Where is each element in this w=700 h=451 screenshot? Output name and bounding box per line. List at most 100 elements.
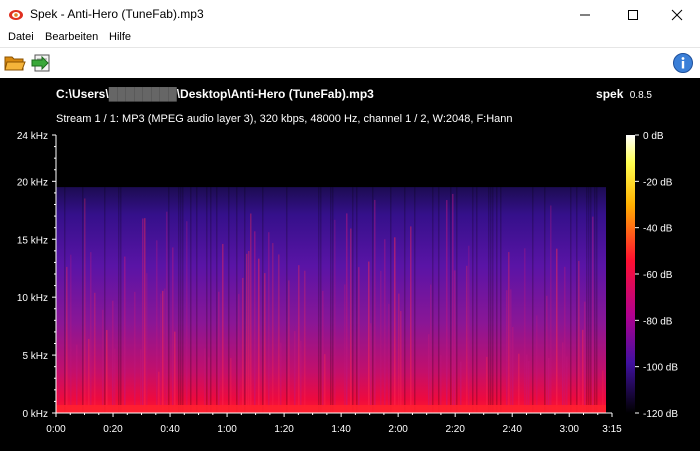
spectrogram-streak [438,187,440,413]
open-file-button[interactable] [3,52,27,74]
spectrogram-streak [204,348,206,413]
menu-hilfe[interactable]: Hilfe [109,30,131,47]
menu-bar: Datei Bearbeiten Hilfe [0,30,700,47]
spectrogram-streak [358,267,360,413]
spectrogram-streak [352,187,354,413]
spectrogram-streak [566,356,568,413]
spectrogram-streak [346,213,348,413]
spectrogram-streak [492,187,494,413]
spectrogram-streak [506,290,508,413]
spectrogram-streak [430,284,432,413]
spectrogram-streak [144,218,146,413]
save-icon [31,54,50,72]
spectrogram-streak [134,291,136,413]
maximize-button[interactable] [610,0,656,30]
spectrogram-streak [524,248,526,413]
x-tick-label: 0:40 [160,424,180,435]
spectrogram-streak [222,243,224,413]
close-button[interactable] [654,0,700,30]
menu-bearbeiten[interactable]: Bearbeiten [45,30,98,47]
spectrogram-streak [330,187,332,413]
spectrogram-streak [160,293,162,413]
spectrogram-panel: C:\Users\████████\Desktop\Anti-Hero (Tun… [0,78,700,451]
stream-info: Stream 1 / 1: MP3 (MPEG audio layer 3), … [56,113,513,125]
spectrogram-streak [468,245,470,413]
spectrogram-streak [536,315,538,413]
y-tick-label: 0 kHz [22,409,48,420]
close-icon [671,9,683,21]
x-tick-label: 2:20 [445,424,465,435]
menu-datei[interactable]: Datei [8,30,34,47]
spectrogram-streak [548,357,550,413]
spectrogram-streak [490,187,492,413]
spectrogram-streak [114,348,116,413]
spectrogram-streak [500,187,502,413]
spectrogram-streak [350,228,352,413]
spectrogram-streak [118,187,120,413]
app-name: spek [596,87,624,101]
spectrogram-streak [374,199,376,413]
spectrogram-streak [384,239,386,413]
spectrogram-streak [172,247,174,413]
spectrogram-streak [82,187,84,413]
x-tick-label: 1:20 [274,424,294,435]
spectrogram-streak [112,300,114,413]
spectrogram-streak [280,342,282,413]
spectrogram-streak [76,344,78,413]
colorbar-gradient [626,135,635,413]
spectrogram-streak [410,226,412,413]
spectrogram-streak [242,277,244,413]
spectrogram-streak [394,237,396,413]
minimize-icon [580,14,590,16]
spectrogram-streak [88,338,90,413]
folder-open-icon [4,56,26,71]
spectrogram-streak [140,349,142,413]
low-frequency-band [56,405,606,413]
spectrogram-streak [318,187,320,413]
spectrogram-streak [432,187,434,413]
spectrogram-streak [166,211,168,413]
spectrogram-streak [186,221,188,413]
spectrogram-streak [332,187,334,413]
colorbar-label: -100 dB [643,363,678,374]
spectrogram-streak [236,187,238,413]
spectrogram-streak [210,187,212,413]
spectrogram-streak [208,357,210,413]
spectrogram-streak [454,270,456,413]
x-tick-label: 3:15 [602,424,622,435]
colorbar-label: 0 dB [643,131,664,142]
y-tick-label: 5 kHz [22,351,48,362]
app-version: 0.8.5 [630,90,653,101]
colorbar-label: -80 dB [643,316,673,327]
spectrogram-streak [124,256,126,413]
spectrogram-streak [156,240,158,413]
spectrogram-streak [450,187,452,413]
file-path-end: \Desktop\Anti-Hero (TuneFab).mp3 [177,87,374,101]
spectrogram-streak [164,288,166,413]
spectrogram-streak [390,187,392,413]
spectrogram-streak [592,216,594,413]
spectrogram-streak [190,187,192,413]
spectrogram-streak [456,187,458,413]
spectrogram-streak [162,290,164,413]
spectrogram-streak [120,187,122,413]
info-button[interactable] [672,52,694,74]
toolbar [0,47,700,78]
spectrogram-streak [64,187,66,413]
spectrogram-streak [496,187,498,413]
spek-app-icon [9,10,23,20]
colorbar-label: -120 dB [643,409,678,420]
spectrogram-streak [512,327,514,413]
spectrogram-streak [262,187,264,413]
colorbar-label: -40 dB [643,224,673,235]
spectrogram-streak [206,187,208,413]
minimize-button[interactable] [562,0,608,30]
save-button[interactable] [30,52,54,74]
spectrogram-streak [228,187,230,413]
spectrogram-streak [398,293,400,413]
x-tick-label: 0:00 [46,424,66,435]
spectrogram-streak [564,266,566,413]
spectrogram-streak [84,198,86,413]
spectrogram-streak [272,243,274,413]
spectrogram-streak [476,187,478,413]
